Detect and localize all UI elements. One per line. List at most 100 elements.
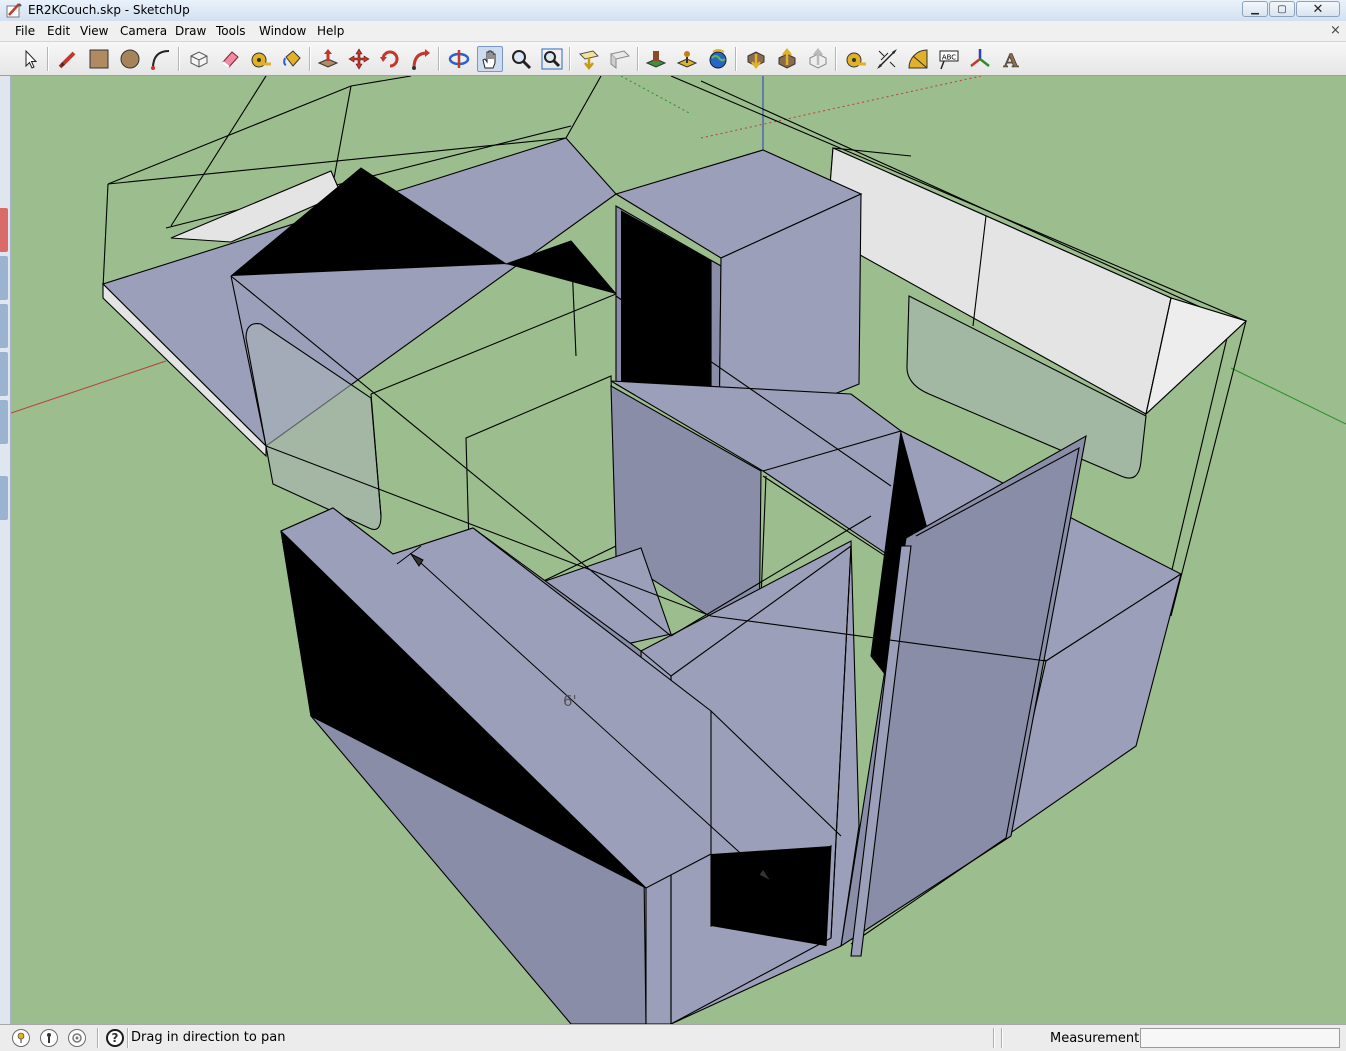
help-icon[interactable]: ?: [106, 1029, 124, 1047]
model-viewport[interactable]: 6': [11, 76, 1346, 1024]
model-scene[interactable]: 6': [11, 76, 1346, 1024]
tape-measure-icon: [251, 52, 271, 68]
terrain-icon: [676, 51, 698, 68]
tape-measure-icon: [846, 52, 866, 68]
google-earth-tool-button[interactable]: [705, 46, 731, 72]
edge-marker: [0, 304, 8, 348]
tape-measure-construction-tool-button[interactable]: [843, 46, 869, 72]
pan-tool-button[interactable]: [477, 46, 503, 72]
menu-help[interactable]: Help: [317, 24, 344, 38]
move-tool-button[interactable]: [346, 46, 372, 72]
paint-bucket-tool-button[interactable]: [279, 46, 305, 72]
status-message: Drag in direction to pan: [131, 1030, 286, 1045]
zoom-tool-button[interactable]: [508, 46, 534, 72]
get-models-tool-button[interactable]: [743, 46, 769, 72]
rectangle-tool-button[interactable]: [86, 46, 112, 72]
zoom-extents-tool-button[interactable]: [539, 46, 565, 72]
menu-camera[interactable]: Camera: [120, 24, 167, 38]
push-pull-tool-button[interactable]: [315, 46, 341, 72]
user-icon[interactable]: [68, 1029, 86, 1047]
push-pull-icon: [317, 49, 339, 68]
circle-tool-button[interactable]: [117, 46, 143, 72]
arrow-icon: [25, 49, 38, 69]
get-models-icon: [747, 51, 765, 70]
left-window-edge: [0, 76, 11, 1024]
user-shape: [72, 1033, 82, 1043]
share-component-tool-button[interactable]: [805, 46, 831, 72]
earth-icon: [709, 49, 727, 69]
protractor-icon: [908, 49, 928, 69]
dimension-tool-button[interactable]: [874, 46, 900, 72]
toolbar: ABC A: [0, 42, 1346, 76]
3d-text-icon: A: [1002, 50, 1019, 70]
dimension-icon: [877, 49, 897, 69]
axes-icon: [970, 49, 990, 67]
edge-marker: [0, 256, 8, 300]
zoom-extents-icon: [541, 48, 563, 70]
make-component-tool-button[interactable]: [186, 46, 212, 72]
title-bar: ER2KCouch.skp - SketchUp ▁ ▢ ✕: [0, 0, 1346, 22]
credits-icon[interactable]: [40, 1029, 58, 1047]
pencil-tool-button[interactable]: [55, 46, 81, 72]
dimension-text[interactable]: 6': [563, 692, 577, 710]
green-axis-dashed: [620, 76, 692, 115]
edge-marker: [0, 476, 8, 520]
follow-me-icon: [412, 49, 430, 70]
text-tool-button[interactable]: ABC: [936, 46, 962, 72]
zoom-icon: [512, 50, 532, 70]
menu-file[interactable]: File: [15, 24, 35, 38]
edge-marker: [0, 352, 8, 396]
axes-tool-button[interactable]: [967, 46, 993, 72]
pencil-icon: [58, 51, 76, 69]
select-tool-button[interactable]: [17, 46, 43, 72]
follow-me-tool-button[interactable]: [408, 46, 434, 72]
eraser-tool-button[interactable]: [217, 46, 243, 72]
close-window-button[interactable]: ✕: [1296, 1, 1340, 17]
menu-window[interactable]: Window: [259, 24, 306, 38]
share-model-icon: [778, 48, 796, 69]
toggle-terrain-tool-button[interactable]: [674, 46, 700, 72]
rectangle-icon: [89, 49, 109, 69]
arc-tool-button[interactable]: [148, 46, 174, 72]
move-icon: [348, 48, 370, 70]
menu-edit[interactable]: Edit: [47, 24, 70, 38]
orbit-icon: [448, 50, 470, 68]
3d-text-tool-label: A: [1003, 50, 1019, 70]
credits-shape: [47, 1033, 51, 1043]
edge-marker: [0, 400, 8, 444]
sketchup-app-icon: [6, 3, 22, 18]
hand-icon: [482, 50, 496, 69]
circle-icon: [120, 49, 140, 69]
rotate-icon: [380, 50, 399, 68]
minimize-button[interactable]: ▁: [1242, 1, 1268, 17]
measurements-input[interactable]: [1140, 1028, 1340, 1048]
protractor-tool-button[interactable]: [905, 46, 931, 72]
next-view-icon: [610, 50, 630, 70]
pin-shape: [17, 1032, 25, 1043]
red-axis: [11, 360, 167, 414]
share-model-tool-button[interactable]: [774, 46, 800, 72]
text-label-icon: ABC: [939, 50, 959, 70]
geo-location-icon[interactable]: [12, 1029, 30, 1047]
close-document-icon[interactable]: ×: [1330, 23, 1341, 38]
add-location-icon: [645, 51, 667, 68]
rotate-tool-button[interactable]: [377, 46, 403, 72]
menu-view[interactable]: View: [80, 24, 108, 38]
eraser-icon: [222, 51, 239, 68]
maximize-button[interactable]: ▢: [1269, 1, 1295, 17]
previous-view-tool-button[interactable]: [576, 46, 602, 72]
menu-draw[interactable]: Draw: [175, 24, 206, 38]
menu-tools[interactable]: Tools: [216, 24, 246, 38]
paint-bucket-icon: [283, 50, 301, 67]
tape-measure-tool-button[interactable]: [248, 46, 274, 72]
edge-marker: [0, 208, 8, 252]
orbit-tool-button[interactable]: [446, 46, 472, 72]
component-icon: [190, 51, 208, 68]
status-bar: ? Drag in direction to pan Measurements: [0, 1024, 1346, 1051]
3d-text-tool-button[interactable]: A: [998, 46, 1024, 72]
add-location-tool-button[interactable]: [643, 46, 669, 72]
next-view-tool-button[interactable]: [607, 46, 633, 72]
text-tool-label: ABC: [942, 54, 956, 62]
menu-bar: File Edit View Camera Draw Tools Window …: [0, 21, 1346, 42]
green-axis: [1230, 367, 1346, 425]
